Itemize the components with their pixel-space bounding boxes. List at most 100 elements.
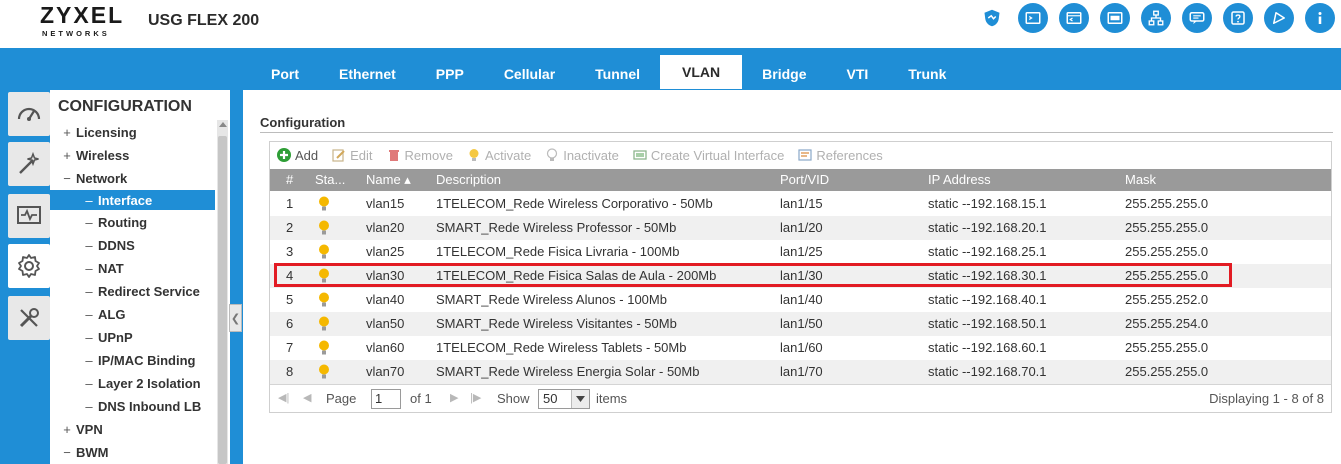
monitor-icon[interactable] bbox=[8, 194, 50, 238]
last-page-icon[interactable]: |▶ bbox=[470, 391, 481, 404]
tab-bar: Port Ethernet PPP Cellular Tunnel VLAN B… bbox=[251, 55, 966, 90]
remove-button[interactable]: Remove bbox=[387, 148, 453, 163]
top-header: ZYXEL NETWORKS USG FLEX 200 bbox=[0, 0, 1341, 48]
tab-bridge[interactable]: Bridge bbox=[742, 58, 826, 90]
cell-description: SMART_Rede Wireless Alunos - 100Mb bbox=[436, 292, 667, 307]
scroll-up-icon[interactable] bbox=[219, 122, 227, 127]
nav-item-upnp[interactable]: – UPnP bbox=[50, 327, 215, 347]
sitemap-icon[interactable] bbox=[1141, 3, 1171, 33]
nav-item-redirect-service[interactable]: – Redirect Service bbox=[50, 281, 215, 301]
show-label: Show bbox=[497, 391, 530, 406]
cell-description: 1TELECOM_Rede Wireless Corporativo - 50M… bbox=[436, 196, 713, 211]
table-row[interactable]: 6 vlan50 SMART_Rede Wireless Visitantes - … bbox=[270, 312, 1331, 336]
shield-icon[interactable] bbox=[977, 3, 1007, 33]
page-number-input[interactable]: 1 bbox=[371, 389, 401, 409]
nav-item-interface[interactable]: – Interface bbox=[50, 190, 215, 210]
nav-item-label: Redirect Service bbox=[98, 283, 200, 299]
cell-name: vlan20 bbox=[366, 220, 405, 235]
cli-icon[interactable] bbox=[1059, 3, 1089, 33]
nav-item-nat[interactable]: – NAT bbox=[50, 258, 215, 278]
monitor-wand-icon[interactable] bbox=[8, 142, 50, 186]
nav-scrollbar[interactable] bbox=[217, 120, 228, 464]
section-title: Configuration bbox=[260, 115, 346, 130]
table-row[interactable]: 5 vlan40 SMART_Rede Wireless Alunos - 100M… bbox=[270, 288, 1331, 312]
create-virtual-interface-button[interactable]: Create Virtual Interface bbox=[633, 148, 784, 163]
col-header-ip[interactable]: IP Address bbox=[928, 169, 991, 191]
virtual-interface-icon bbox=[633, 150, 647, 160]
maintenance-tools-icon[interactable] bbox=[8, 296, 50, 340]
nav-item-layer2-isolation[interactable]: – Layer 2 Isolation bbox=[50, 373, 215, 393]
status-bulb-icon bbox=[319, 220, 329, 235]
add-label: Add bbox=[295, 147, 319, 163]
items-label: items bbox=[596, 391, 628, 406]
col-header-status[interactable]: Sta... bbox=[315, 169, 345, 191]
prev-page-icon[interactable]: ◀ bbox=[303, 391, 311, 404]
nav-item-bwm[interactable]: − BWM bbox=[50, 442, 215, 462]
window-icon[interactable] bbox=[1100, 3, 1130, 33]
nav-item-label: DNS Inbound LB bbox=[98, 398, 202, 414]
next-page-icon[interactable]: ▶ bbox=[450, 391, 458, 404]
dashboard-icon[interactable] bbox=[8, 92, 50, 136]
page-size-select[interactable]: 50 bbox=[538, 389, 590, 409]
tab-ethernet[interactable]: Ethernet bbox=[319, 58, 416, 90]
chevron-down-icon[interactable] bbox=[571, 390, 589, 408]
col-header-num[interactable]: # bbox=[286, 169, 293, 191]
col-header-name[interactable]: Name ▴ bbox=[366, 169, 411, 191]
nav-item-routing[interactable]: – Routing bbox=[50, 212, 215, 232]
expand-icon[interactable]: + bbox=[58, 148, 76, 163]
nav-item-dns-inbound-lb[interactable]: – DNS Inbound LB bbox=[50, 396, 215, 416]
nav-item-ddns[interactable]: – DDNS bbox=[50, 235, 215, 255]
nav-item-ip-mac-binding[interactable]: – IP/MAC Binding bbox=[50, 350, 215, 370]
tree-dash-icon: – bbox=[85, 192, 93, 208]
console-icon[interactable] bbox=[1018, 3, 1048, 33]
tab-cellular[interactable]: Cellular bbox=[484, 58, 575, 90]
table-row[interactable]: 7 vlan60 1TELECOM_Rede Wireless Tablets - … bbox=[270, 336, 1331, 360]
tab-port[interactable]: Port bbox=[251, 58, 319, 90]
nav-item-vpn[interactable]: + VPN bbox=[50, 419, 215, 439]
collapse-icon[interactable]: − bbox=[58, 171, 76, 186]
tab-tunnel[interactable]: Tunnel bbox=[575, 58, 660, 90]
collapse-sidebar-button[interactable]: ❮ bbox=[229, 304, 242, 332]
info-icon[interactable] bbox=[1305, 3, 1335, 33]
cell-ip: static --192.168.20.1 bbox=[928, 220, 1047, 235]
add-button[interactable]: Add bbox=[277, 148, 318, 163]
table-row[interactable]: 8 vlan70 SMART_Rede Wireless Energia Solar… bbox=[270, 360, 1331, 384]
cell-description: SMART_Rede Wireless Energia Solar - 50Mb bbox=[436, 364, 700, 379]
col-header-mask[interactable]: Mask bbox=[1125, 169, 1156, 191]
chevron-left-icon: ❮ bbox=[230, 312, 241, 325]
tab-vti[interactable]: VTI bbox=[826, 58, 888, 90]
bulb-off-icon bbox=[547, 148, 558, 161]
nav-item-network[interactable]: − Network bbox=[50, 168, 215, 188]
cell-description: 1TELECOM_Rede Fisica Livraria - 100Mb bbox=[436, 244, 680, 259]
displaying-status: Displaying 1 - 8 of 8 bbox=[1209, 391, 1324, 406]
tab-trunk[interactable]: Trunk bbox=[888, 58, 966, 90]
tree-dash-icon: – bbox=[85, 260, 93, 276]
tab-vlan[interactable]: VLAN bbox=[660, 55, 743, 89]
table-row[interactable]: 3 vlan25 1TELECOM_Rede Fisica Livraria - 1… bbox=[270, 240, 1331, 264]
scrollbar-thumb[interactable] bbox=[218, 136, 227, 464]
table-row[interactable]: 1 vlan15 1TELECOM_Rede Wireless Corporativ… bbox=[270, 192, 1331, 216]
col-header-port[interactable]: Port/VID bbox=[780, 169, 829, 191]
nav-item-wireless[interactable]: + Wireless bbox=[50, 145, 215, 165]
activate-button[interactable]: Activate bbox=[467, 148, 531, 163]
inactivate-button[interactable]: Inactivate bbox=[545, 148, 619, 163]
expand-icon[interactable]: + bbox=[58, 125, 76, 140]
references-label: References bbox=[816, 147, 883, 163]
table-row[interactable]: 2 vlan20 SMART_Rede Wireless Professor - 5… bbox=[270, 216, 1331, 240]
references-button[interactable]: References bbox=[798, 147, 883, 163]
nav-item-licensing[interactable]: + Licensing bbox=[50, 122, 215, 142]
first-page-icon[interactable]: ◀| bbox=[278, 391, 289, 404]
nav-item-alg[interactable]: – ALG bbox=[50, 304, 215, 324]
expand-icon[interactable]: + bbox=[58, 422, 76, 437]
col-header-description[interactable]: Description bbox=[436, 169, 501, 191]
zyxel-logo[interactable]: ZYXEL NETWORKS bbox=[30, 2, 135, 42]
tab-ppp[interactable]: PPP bbox=[416, 58, 484, 90]
edit-button[interactable]: Edit bbox=[332, 148, 373, 163]
collapse-icon[interactable]: − bbox=[58, 445, 76, 460]
nebula-icon[interactable] bbox=[1264, 3, 1294, 33]
help-icon[interactable] bbox=[1223, 3, 1253, 33]
chat-icon[interactable] bbox=[1182, 3, 1212, 33]
settings-gear-icon[interactable] bbox=[8, 244, 50, 288]
cell-num: 1 bbox=[286, 196, 294, 211]
cell-ip: static --192.168.60.1 bbox=[928, 340, 1047, 355]
